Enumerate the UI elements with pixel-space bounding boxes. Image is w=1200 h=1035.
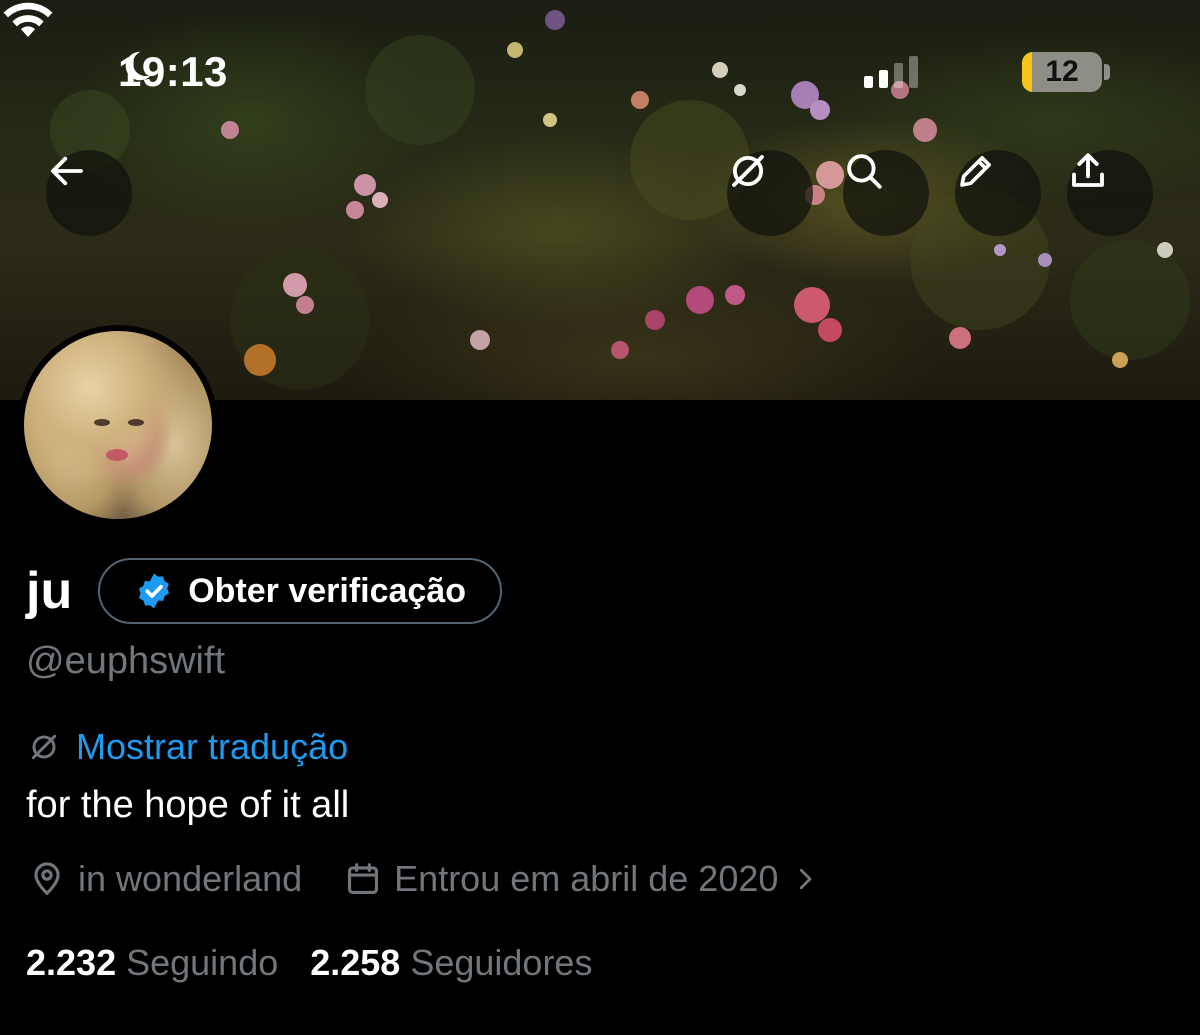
- translate-icon: [732, 155, 764, 187]
- followers-link[interactable]: 2.258 Seguidores: [310, 942, 592, 984]
- search-icon: [847, 154, 882, 189]
- battery-fill: [1022, 52, 1032, 92]
- joined-date-item[interactable]: Entrou em abril de 2020: [344, 858, 820, 900]
- show-translation-label[interactable]: Mostrar tradução: [76, 726, 348, 768]
- back-button[interactable]: [46, 150, 132, 236]
- location-pin-icon: [34, 862, 60, 896]
- following-count: 2.232: [26, 942, 117, 983]
- get-verified-button[interactable]: Obter verificação: [98, 558, 503, 624]
- following-label: Seguindo: [126, 942, 279, 983]
- share-icon: [1072, 153, 1104, 187]
- wifi-icon: [3, 2, 53, 37]
- cellular-signal-icon: [864, 56, 918, 88]
- battery-nub: [1104, 64, 1110, 80]
- display-name: ju: [26, 562, 73, 620]
- status-time: 19:13: [118, 48, 228, 96]
- calendar-icon: [348, 863, 379, 895]
- battery-icon: 12: [1022, 52, 1102, 92]
- following-link[interactable]: 2.232 Seguindo: [26, 942, 278, 984]
- back-arrow-icon: [51, 156, 83, 186]
- translate-icon: [31, 734, 57, 760]
- joined-label: Entrou em abril de 2020: [394, 858, 779, 899]
- profile-banner[interactable]: 19:13 12: [0, 0, 1200, 400]
- share-button[interactable]: [1067, 150, 1153, 236]
- follow-stats: 2.232 Seguindo 2.258 Seguidores: [26, 942, 592, 984]
- battery-level: 12: [1045, 55, 1079, 88]
- edit-pencil-icon: [960, 156, 991, 187]
- location-item: in wonderland: [28, 858, 302, 900]
- get-verified-label: Obter verificação: [188, 571, 467, 610]
- moon-icon: [125, 51, 151, 81]
- followers-label: Seguidores: [410, 942, 593, 983]
- profile-meta: in wonderland Entrou em abril de 2020: [28, 858, 820, 900]
- location-label: in wonderland: [78, 858, 303, 899]
- show-translation-link[interactable]: Mostrar tradução: [28, 726, 348, 768]
- verified-badge-icon: [139, 573, 170, 609]
- avatar-photo: [24, 331, 212, 519]
- profile-handle: @euphswift: [26, 640, 226, 682]
- search-button[interactable]: [843, 150, 929, 236]
- edit-button[interactable]: [955, 150, 1041, 236]
- followers-count: 2.258: [310, 942, 401, 983]
- profile-avatar[interactable]: [18, 325, 218, 525]
- profile-bio: for the hope of it all: [26, 784, 350, 826]
- chevron-right-icon: [800, 868, 812, 890]
- translate-button[interactable]: [727, 150, 813, 236]
- name-row: ju Obter verificação: [26, 558, 503, 624]
